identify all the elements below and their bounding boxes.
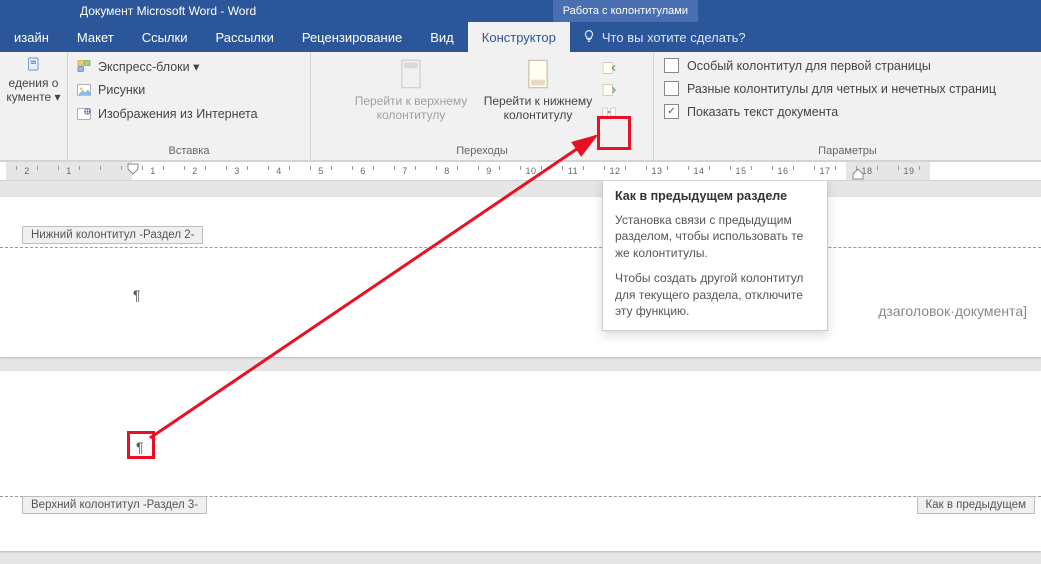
horizontal-ruler[interactable]: 2112345678910111213141516171819 [0,161,1041,181]
group-navigation: Перейти к верхнему колонтитулу Перейти к… [311,52,654,160]
tab-view[interactable]: Вид [416,22,468,52]
go-to-footer-button[interactable]: Перейти к нижнему колонтитулу [475,56,601,124]
group-options: Особый колонтитул для первой страницы Ра… [654,52,1041,160]
checkbox-icon [664,58,679,73]
label: Особый колонтитул для первой страницы [687,59,931,73]
ribbon-tabs: изайн Макет Ссылки Рассылки Рецензирован… [0,22,1041,52]
tell-me-search[interactable]: Что вы хотите сделать? [570,29,746,46]
contextual-tab-label: Работа с колонтитулами [553,0,698,22]
document-title: Документ Microsoft Word - Word [80,4,256,18]
pictures-label: Рисунки [98,83,145,97]
online-pictures-label: Изображения из Интернета [98,107,258,121]
previous-section-button[interactable] [601,60,617,76]
tab-designer[interactable]: Конструктор [468,22,570,52]
pilcrow-mark: ¶ [133,287,141,303]
tooltip-body-2: Чтобы создать другой колонтитул для теку… [615,270,815,320]
tab-review[interactable]: Рецензирование [288,22,416,52]
group-options-label: Параметры [660,142,1035,160]
checkbox-checked-icon: ✓ [664,104,679,119]
tooltip-link-to-previous: Как в предыдущем разделе Установка связи… [602,181,828,331]
lightbulb-icon [582,29,596,46]
ribbon: едения окументе ▾ . Экспресс-блоки ▾ Рис… [0,52,1041,161]
go-prev-label: Перейти к верхнему колонтитулу [355,94,468,122]
same-as-previous-tag: Как в предыдущем [917,496,1035,514]
tab-layout[interactable]: Макет [63,22,128,52]
group-insert: Экспресс-блоки ▾ Рисунки Изображения из … [68,52,311,160]
tab-mailings[interactable]: Рассылки [201,22,287,52]
pilcrow-mark: ¶ [136,439,144,455]
first-line-indent-marker[interactable] [127,162,139,180]
page-section-2-bottom: Нижний колонтитул -Раздел 2- ¶ дзаголово… [0,197,1041,357]
page-down-icon [522,58,554,90]
checkbox-different-first-page[interactable]: Особый колонтитул для первой страницы [664,56,931,75]
link-to-previous-button[interactable] [601,104,617,120]
checkbox-different-odd-even[interactable]: Разные колонтитулы для четных и нечетных… [664,79,996,98]
group-document-info: едения окументе ▾ . [0,52,68,160]
group-insert-label: Вставка [74,142,304,160]
title-bar: Документ Microsoft Word - Word Работа с … [0,0,1041,22]
document-area: Нижний колонтитул -Раздел 2- ¶ дзаголово… [0,181,1041,564]
checkbox-icon [664,81,679,96]
blocks-icon [76,58,92,74]
footer-tag-section-2: Нижний колонтитул -Раздел 2- [22,226,203,244]
header-tag-section-3: Верхний колонтитул -Раздел 3- [22,496,207,514]
nav-mini-buttons [601,56,617,120]
tooltip-body-1: Установка связи с предыдущим разделом, ч… [615,212,815,262]
pictures-button[interactable]: Рисунки [74,80,147,100]
label: Разные колонтитулы для четных и нечетных… [687,82,996,96]
page-section-3-top: ¶ Верхний колонтитул -Раздел 3- Как в пр… [0,371,1041,551]
tab-references[interactable]: Ссылки [128,22,202,52]
quick-parts-button[interactable]: Экспресс-блоки ▾ [74,56,201,76]
checkbox-show-document-text[interactable]: ✓ Показать текст документа [664,102,838,121]
next-section-button[interactable] [601,82,617,98]
tooltip-title: Как в предыдущем разделе [615,188,815,206]
go-next-label: Перейти к нижнему колонтитулу [484,94,593,122]
online-picture-icon [76,106,92,122]
online-pictures-button[interactable]: Изображения из Интернета [74,104,260,124]
right-indent-marker[interactable] [852,168,864,180]
document-info-icon [26,56,42,72]
group-nav-label: Переходы [317,142,647,160]
tab-design[interactable]: изайн [0,22,63,52]
document-subtitle-placeholder: дзаголовок·документа] [878,303,1027,319]
page-up-icon [395,58,427,90]
tell-me-placeholder: Что вы хотите сделать? [602,30,746,45]
quick-parts-label: Экспресс-блоки ▾ [98,59,199,74]
label: Показать текст документа [687,105,838,119]
picture-icon [76,82,92,98]
go-to-header-button[interactable]: Перейти к верхнему колонтитулу [347,56,475,124]
label: едения окументе ▾ [6,76,60,104]
